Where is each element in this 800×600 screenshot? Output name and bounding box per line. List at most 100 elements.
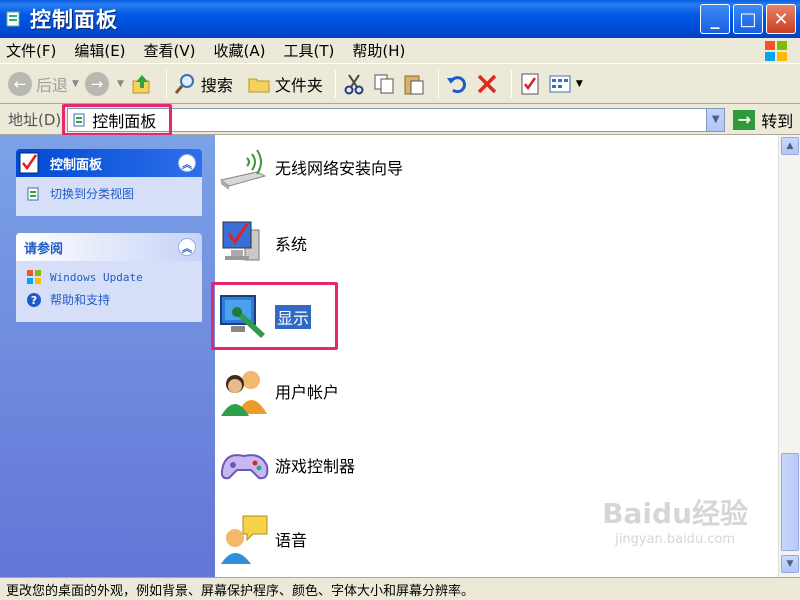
paste-icon	[404, 75, 424, 94]
toolbar-separator	[437, 69, 439, 98]
folder-icon	[248, 78, 270, 92]
folders-button[interactable]: 文件夹	[247, 72, 323, 96]
cp-item-label: 系统	[275, 235, 308, 254]
task-pane: 控制面板 ︽ 切换到分类视图 请参阅 ︽ Windows Update ? 帮助…	[0, 135, 215, 577]
display-highlight-box	[211, 282, 338, 350]
menu-file[interactable]: 文件(F)	[6, 40, 56, 61]
windows-update-icon	[27, 270, 41, 284]
menu-view[interactable]: 查看(V)	[144, 40, 196, 61]
task-box-title: 请参阅	[24, 241, 64, 257]
search-label: 搜索	[200, 75, 233, 95]
cp-item-label: 语音	[275, 531, 308, 550]
search-icon	[174, 73, 194, 94]
go-arrow-icon: →	[733, 109, 756, 130]
collapse-icon[interactable]: ︽	[178, 154, 196, 172]
cp-item-label: 游戏控制器	[275, 457, 356, 476]
task-box-header[interactable]: 请参阅 ︽	[16, 233, 202, 261]
task-box-title: 控制面板	[50, 157, 103, 173]
see-also-task-box: 请参阅 ︽ Windows Update ? 帮助和支持	[16, 233, 202, 322]
up-button[interactable]	[130, 72, 154, 96]
help-icon: ?	[27, 292, 41, 307]
task-box-body: Windows Update ? 帮助和支持	[16, 261, 202, 322]
system-icon	[222, 221, 260, 261]
cp-item-system[interactable]: 系统	[217, 213, 307, 273]
chevron-down-icon: ▼	[72, 78, 79, 89]
back-label: 后退	[36, 75, 69, 95]
content-area: 无线网络安装向导 系统 显示 用户帐户 游戏控制器 语音 Baidu经验 jin…	[211, 135, 778, 577]
collapse-icon[interactable]: ︽	[178, 238, 196, 256]
address-input[interactable]: 控制面板 ▼	[62, 103, 726, 136]
maximize-button[interactable]: □	[733, 4, 763, 34]
category-view-icon	[27, 187, 39, 200]
paste-button[interactable]	[402, 72, 426, 96]
windows-update-link[interactable]: Windows Update	[26, 269, 192, 285]
speech-icon	[221, 515, 268, 564]
chevron-down-icon: ▼	[116, 78, 124, 89]
control-panel-task-box: 控制面板 ︽ 切换到分类视图	[16, 149, 202, 216]
cp-item-label: 无线网络安装向导	[275, 159, 404, 178]
cp-item-label: 用户帐户	[275, 383, 340, 402]
folders-label: 文件夹	[274, 75, 323, 95]
link-label: 帮助和支持	[50, 293, 111, 307]
cut-button[interactable]	[342, 72, 366, 96]
views-icon	[549, 75, 571, 92]
cp-item-user-accounts[interactable]: 用户帐户	[217, 361, 339, 421]
back-arrow-icon: ←	[8, 71, 32, 96]
link-label: 切换到分类视图	[50, 187, 135, 201]
properties-button[interactable]	[518, 72, 542, 96]
menu-tools[interactable]: 工具(T)	[283, 40, 334, 61]
menu-favorites[interactable]: 收藏(A)	[214, 40, 266, 61]
watermark-subtext: jingyan.baidu.com	[615, 532, 736, 547]
scroll-down-button[interactable]: ▼	[781, 555, 799, 573]
window-title: 控制面板	[30, 8, 118, 32]
address-dropdown-button[interactable]: ▼	[706, 108, 725, 131]
toolbar: ← 后退 ▼ → ▼ 搜索 文件夹 ▼	[0, 64, 800, 104]
toolbar-separator	[510, 69, 512, 98]
scroll-thumb[interactable]	[781, 453, 799, 551]
switch-to-category-view-link[interactable]: 切换到分类视图	[26, 185, 192, 202]
address-highlight-box	[62, 103, 173, 136]
undo-button[interactable]	[445, 72, 469, 96]
folder-up-icon	[132, 74, 150, 93]
watermark: Baidu经验 jingyan.baidu.com	[602, 492, 748, 547]
delete-icon	[477, 74, 497, 93]
close-button[interactable]: ✕	[766, 4, 796, 34]
toolbar-separator	[334, 69, 336, 98]
views-button[interactable]: ▼	[548, 72, 583, 96]
undo-icon	[446, 75, 466, 93]
minimize-button[interactable]: _	[700, 4, 730, 34]
forward-button[interactable]: → ▼	[84, 71, 124, 96]
cp-item-speech[interactable]: 语音	[217, 509, 307, 569]
task-box-header[interactable]: 控制面板 ︽	[16, 149, 202, 177]
copy-icon	[374, 74, 394, 93]
delete-button[interactable]	[475, 72, 499, 96]
menu-edit[interactable]: 编辑(E)	[74, 40, 125, 61]
go-button[interactable]: → 转到	[733, 108, 793, 132]
cp-item-display[interactable]: 显示	[211, 282, 338, 350]
scissors-icon	[344, 73, 364, 94]
task-box-body: 切换到分类视图	[16, 177, 202, 216]
status-text: 更改您的桌面的外观，例如背景、屏幕保护程序、颜色、字体大小和屏幕分辨率。	[6, 583, 475, 599]
menu-help[interactable]: 帮助(H)	[352, 40, 405, 61]
status-bar: 更改您的桌面的外观，例如背景、屏幕保护程序、颜色、字体大小和屏幕分辨率。	[0, 577, 800, 600]
svg-text:?: ?	[31, 294, 37, 307]
copy-button[interactable]	[372, 72, 396, 96]
gamepad-icon	[220, 454, 269, 480]
wireless-icon	[219, 149, 267, 190]
menu-bar: 文件(F) 编辑(E) 查看(V) 收藏(A) 工具(T) 帮助(H)	[0, 38, 800, 64]
control-panel-icon	[6, 11, 20, 27]
search-button[interactable]: 搜索	[173, 72, 233, 96]
go-label: 转到	[761, 111, 794, 131]
cp-item-game-controllers[interactable]: 游戏控制器	[217, 435, 355, 495]
back-button[interactable]: ← 后退 ▼	[8, 71, 79, 96]
vertical-scrollbar[interactable]: ▲ ▼	[778, 135, 800, 577]
scroll-up-button[interactable]: ▲	[781, 137, 799, 155]
title-bar: 控制面板 _ □ ✕	[0, 0, 800, 38]
cp-item-wireless-setup[interactable]: 无线网络安装向导	[217, 137, 403, 197]
control-panel-icon	[19, 152, 39, 174]
windows-logo-icon	[765, 41, 787, 61]
properties-icon	[521, 73, 539, 94]
help-and-support-link[interactable]: ? 帮助和支持	[26, 291, 192, 308]
toolbar-separator	[165, 69, 167, 98]
link-label: Windows Update	[50, 270, 143, 284]
